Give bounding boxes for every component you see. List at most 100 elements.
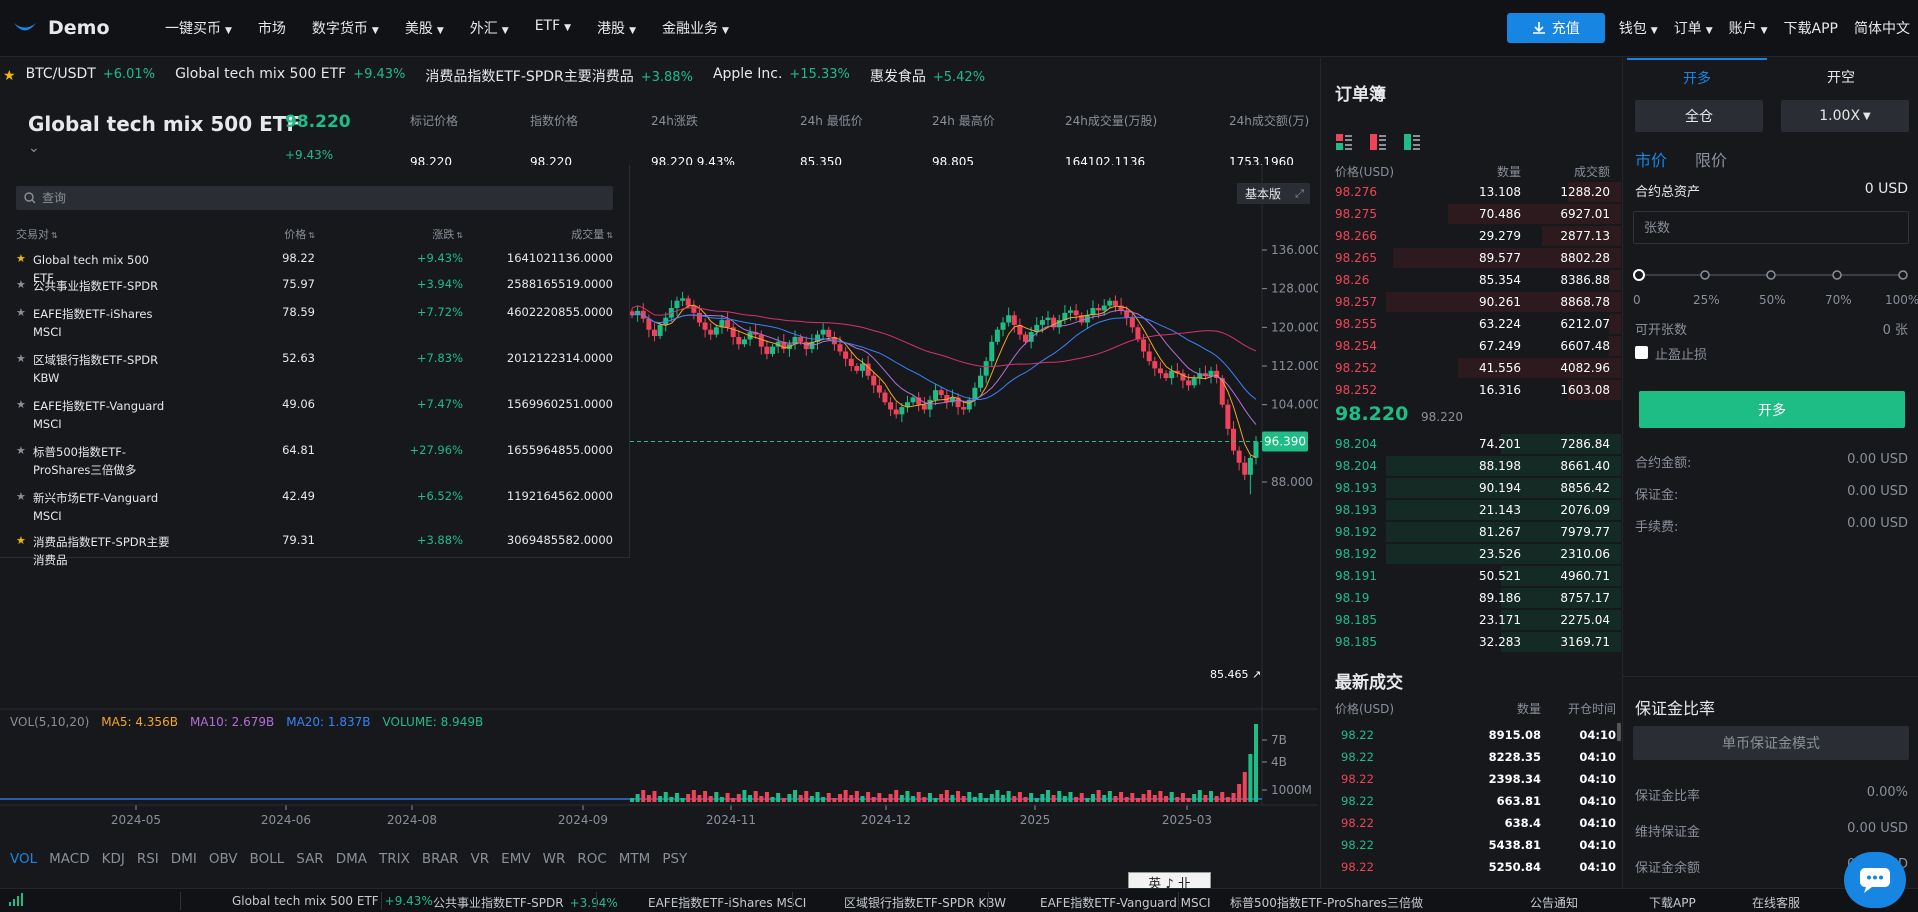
bid-row[interactable]: 98.192 81.267 7979.77 — [1321, 521, 1621, 543]
nav-right-item-1[interactable]: 订单 ▼ — [1674, 18, 1713, 38]
bid-row[interactable]: 98.185 23.171 2275.04 — [1321, 609, 1621, 631]
star-icon[interactable]: ★ — [16, 444, 26, 457]
ticker-item[interactable]: Apple Inc. +15.33% — [713, 66, 850, 86]
star-icon[interactable]: ★ — [16, 306, 26, 319]
ask-row[interactable]: 98.266 29.279 2877.13 — [1321, 225, 1621, 247]
nav-item-2[interactable]: 数字货币 ▼ — [312, 18, 379, 38]
bid-row[interactable]: 98.193 90.194 8856.42 — [1321, 477, 1621, 499]
nav-item-4[interactable]: 外汇 ▼ — [470, 18, 509, 38]
indicator-tab[interactable]: RSI — [137, 851, 159, 867]
star-icon[interactable]: ★ — [16, 352, 26, 365]
indicator-tab[interactable]: BOLL — [250, 851, 285, 867]
indicator-tab[interactable]: WR — [543, 851, 566, 867]
nav-item-7[interactable]: 金融业务 ▼ — [662, 18, 729, 38]
bottom-ticker-item[interactable]: EAFE指数ETF-iShares MSCI — [648, 894, 806, 911]
basic-version-button[interactable]: 基本版 — [1237, 183, 1289, 204]
nav-item-1[interactable]: 市场 — [258, 18, 286, 38]
tab-open-long[interactable]: 开多 — [1627, 58, 1767, 96]
bid-row[interactable]: 98.204 88.198 8661.40 — [1321, 455, 1621, 477]
indicator-tab[interactable]: MACD — [49, 851, 89, 867]
online-service-link[interactable]: 在线客服 — [1752, 894, 1800, 911]
indicator-tab[interactable]: ROC — [577, 851, 606, 867]
ticker-item[interactable]: Global tech mix 500 ETF +9.43% — [175, 66, 405, 86]
tab-market[interactable]: 市价 — [1635, 147, 1667, 171]
nav-right-item-0[interactable]: 钱包 ▼ — [1619, 18, 1658, 38]
brand[interactable]: Demo — [12, 17, 152, 39]
search-input[interactable] — [42, 191, 542, 205]
pct-label[interactable]: 0 — [1633, 293, 1641, 307]
nav-item-3[interactable]: 美股 ▼ — [405, 18, 444, 38]
indicator-tab[interactable]: BRAR — [422, 851, 459, 867]
search-box[interactable] — [16, 186, 613, 210]
ask-row[interactable]: 98.252 16.316 1603.08 — [1321, 379, 1621, 401]
star-filled-icon[interactable]: ★ — [16, 252, 26, 265]
bid-row[interactable]: 98.204 74.201 7286.84 — [1321, 433, 1621, 455]
indicator-tab[interactable]: SAR — [296, 851, 323, 867]
sort-header-3[interactable]: 成交量 ⇅ — [480, 226, 613, 242]
star-filled-icon[interactable]: ★ — [16, 534, 26, 547]
pct-label[interactable]: 50% — [1759, 293, 1786, 307]
nav-right-item-4[interactable]: 简体中文 — [1854, 18, 1910, 38]
indicator-tab[interactable]: KDJ — [102, 851, 125, 867]
indicator-tab[interactable]: VR — [471, 851, 490, 867]
bottom-ticker-item[interactable]: EAFE指数ETF-Vanguard MSCI — [1040, 894, 1211, 911]
both-sides-icon[interactable] — [1335, 133, 1353, 151]
ask-row[interactable]: 98.26 85.354 8386.88 — [1321, 269, 1621, 291]
indicator-tab[interactable]: DMI — [171, 851, 197, 867]
asks-only-icon[interactable] — [1369, 133, 1387, 151]
ask-row[interactable]: 98.265 89.577 8802.28 — [1321, 247, 1621, 269]
bottom-ticker-item[interactable]: Global tech mix 500 ETF +9.43% — [232, 894, 433, 908]
ask-row[interactable]: 98.252 41.556 4082.96 — [1321, 357, 1621, 379]
leverage-select[interactable]: 1.00X ▼ — [1781, 100, 1909, 132]
tpsl-checkbox[interactable] — [1635, 346, 1648, 359]
indicator-tab[interactable]: TRIX — [379, 851, 410, 867]
star-icon[interactable]: ★ — [16, 398, 26, 411]
sort-header-2[interactable]: 涨跌 ⇅ — [380, 226, 463, 242]
star-icon[interactable]: ★ — [3, 68, 16, 84]
margin-type-select[interactable]: 全仓 — [1635, 100, 1763, 132]
download-app-link[interactable]: 下载APP — [1649, 894, 1696, 911]
pair-title[interactable]: Global tech mix 500 ETF — [28, 112, 300, 136]
ask-row[interactable]: 98.275 70.486 6927.01 — [1321, 203, 1621, 225]
tab-open-short[interactable]: 开空 — [1771, 58, 1911, 96]
bottom-ticker-item[interactable]: 公共事业指数ETF-SPDR +3.94% — [433, 894, 618, 911]
ticker-item[interactable]: 惠发食品 +5.42% — [870, 66, 985, 86]
expand-icon[interactable]: ⤢ — [1289, 183, 1310, 204]
star-icon[interactable]: ★ — [16, 490, 26, 503]
nav-right-item-2[interactable]: 账户 ▼ — [1729, 18, 1768, 38]
bid-row[interactable]: 98.185 32.283 3169.71 — [1321, 631, 1621, 653]
bid-row[interactable]: 98.192 23.526 2310.06 — [1321, 543, 1621, 565]
chevron-down-icon[interactable]: ⌄ — [28, 140, 40, 156]
nav-item-0[interactable]: 一键买币 ▼ — [165, 18, 232, 38]
quantity-input[interactable] — [1633, 211, 1909, 244]
ask-row[interactable]: 98.255 63.224 6212.07 — [1321, 313, 1621, 335]
sort-header-1[interactable]: 价格 ⇅ — [262, 226, 315, 242]
nav-item-5[interactable]: ETF ▼ — [535, 18, 571, 38]
nav-right-item-3[interactable]: 下载APP — [1784, 18, 1838, 38]
indicator-tab[interactable]: MTM — [619, 851, 651, 867]
indicator-tab[interactable]: OBV — [209, 851, 238, 867]
ask-row[interactable]: 98.254 67.249 6607.48 — [1321, 335, 1621, 357]
bid-row[interactable]: 98.193 21.143 2076.09 — [1321, 499, 1621, 521]
indicator-tab[interactable]: EMV — [501, 851, 530, 867]
star-icon[interactable]: ★ — [16, 278, 26, 291]
ask-row[interactable]: 98.276 13.108 1288.20 — [1321, 181, 1621, 203]
tab-limit[interactable]: 限价 — [1695, 147, 1727, 171]
pct-label[interactable]: 70% — [1825, 293, 1852, 307]
ticker-item[interactable]: BTC/USDT +6.01% — [26, 66, 156, 86]
recharge-button[interactable]: 充值 — [1506, 13, 1605, 43]
indicator-tab[interactable]: VOL — [10, 851, 37, 867]
bid-row[interactable]: 98.19 89.186 8757.17 — [1321, 587, 1621, 609]
indicator-tab[interactable]: DMA — [336, 851, 367, 867]
bottom-ticker-item[interactable]: 标普500指数ETF-ProShares三倍做 — [1230, 894, 1423, 911]
bid-row[interactable]: 98.191 50.521 4960.71 — [1321, 565, 1621, 587]
bids-only-icon[interactable] — [1403, 133, 1421, 151]
pct-label[interactable]: 100% — [1885, 293, 1918, 307]
open-long-button[interactable]: 开多 — [1639, 391, 1905, 428]
ticker-item[interactable]: 消费品指数ETF-SPDR主要消费品 +3.88% — [425, 66, 693, 86]
sort-header-0[interactable]: 交易对 ⇅ — [16, 226, 116, 242]
margin-mode-button[interactable]: 单币保证金模式 — [1633, 726, 1909, 760]
nav-item-6[interactable]: 港股 ▼ — [597, 18, 636, 38]
ask-row[interactable]: 98.257 90.261 8868.78 — [1321, 291, 1621, 313]
amount-slider[interactable] — [1633, 268, 1909, 282]
